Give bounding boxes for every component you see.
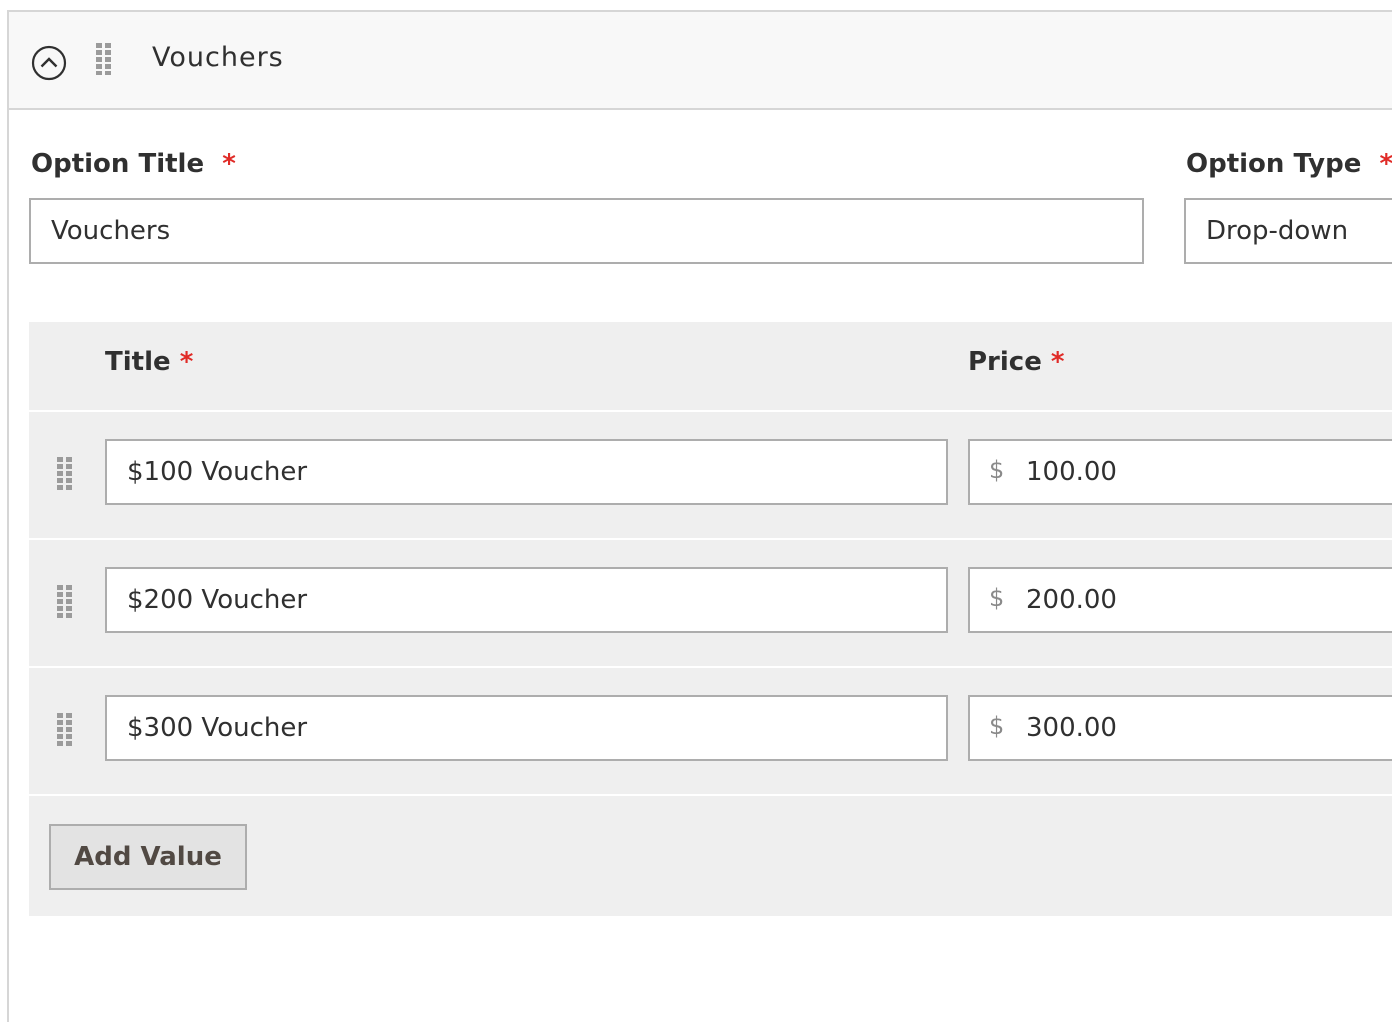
title-column-label: Title — [105, 347, 171, 377]
option-title-label: Option Title * — [31, 149, 236, 179]
required-mark: * — [1379, 149, 1392, 179]
option-type-label-text: Option Type — [1186, 149, 1362, 179]
value-title-input[interactable] — [105, 695, 948, 761]
table-row: $ — [29, 540, 1392, 668]
panel-title: Vouchers — [152, 42, 284, 73]
option-title-input[interactable] — [29, 198, 1144, 264]
currency-symbol: $ — [989, 584, 1005, 612]
value-price-input[interactable] — [1014, 441, 1392, 503]
table-header: Title * Price * — [29, 322, 1392, 412]
value-price-field[interactable]: $ — [968, 695, 1392, 761]
option-type-label: Option Type * — [1186, 149, 1392, 179]
drag-handle-icon[interactable] — [55, 456, 75, 494]
panel-header[interactable]: Vouchers — [9, 12, 1392, 110]
table-row: $ — [29, 412, 1392, 540]
drag-handle-icon[interactable] — [94, 42, 114, 76]
value-price-input[interactable] — [1014, 569, 1392, 631]
add-value-button[interactable]: Add Value — [49, 824, 247, 890]
drag-handle-icon[interactable] — [55, 584, 75, 622]
required-mark: * — [222, 149, 236, 179]
table-row: $ — [29, 668, 1392, 796]
value-title-input[interactable] — [105, 439, 948, 505]
option-type-select[interactable]: Drop-down — [1184, 198, 1392, 264]
title-column-header: Title * — [105, 347, 193, 377]
value-price-input[interactable] — [1014, 697, 1392, 759]
price-column-header: Price * — [968, 347, 1065, 377]
value-price-field[interactable]: $ — [968, 567, 1392, 633]
currency-symbol: $ — [989, 712, 1005, 740]
required-mark: * — [1050, 347, 1065, 377]
option-title-label-text: Option Title — [31, 149, 205, 179]
drag-handle-icon[interactable] — [55, 712, 75, 750]
price-column-label: Price — [968, 347, 1042, 377]
required-mark: * — [179, 347, 194, 377]
option-values-table: Title * Price * $100 Voucher $ 100.00 $2… — [29, 322, 1392, 916]
option-type-value: Drop-down — [1206, 216, 1349, 246]
currency-symbol: $ — [989, 456, 1005, 484]
value-price-field[interactable]: $ — [968, 439, 1392, 505]
value-title-input[interactable] — [105, 567, 948, 633]
circle-chevron-up-icon[interactable] — [31, 45, 67, 81]
custom-option-panel: Vouchers Option Title * Option Type * Dr… — [7, 10, 1392, 1022]
